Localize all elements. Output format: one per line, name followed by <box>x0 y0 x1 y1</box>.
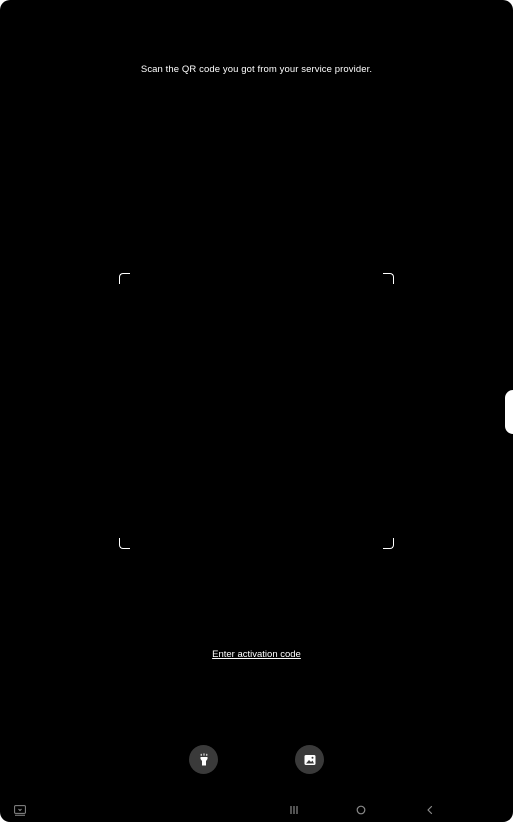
qr-scan-frame <box>119 273 394 549</box>
home-icon[interactable] <box>355 804 367 816</box>
keyboard-icon[interactable] <box>13 804 26 816</box>
recents-icon[interactable] <box>288 804 300 816</box>
gallery-icon <box>304 754 315 765</box>
flashlight-icon <box>200 752 207 765</box>
activation-link-row: Enter activation code <box>0 644 513 662</box>
edge-panel-handle[interactable] <box>505 390 513 434</box>
frame-corner-top-left <box>119 273 130 284</box>
frame-corner-bottom-left <box>119 538 130 549</box>
enter-activation-code-link[interactable]: Enter activation code <box>212 649 301 660</box>
gallery-button[interactable] <box>295 745 324 774</box>
back-icon[interactable] <box>424 804 436 816</box>
navigation-bar <box>0 798 513 822</box>
flashlight-button[interactable] <box>189 745 218 774</box>
frame-corner-top-right <box>383 273 394 284</box>
frame-corner-bottom-right <box>383 538 394 549</box>
scan-instruction: Scan the QR code you got from your servi… <box>140 64 373 75</box>
qr-scanner-screen: Scan the QR code you got from your servi… <box>0 0 513 822</box>
